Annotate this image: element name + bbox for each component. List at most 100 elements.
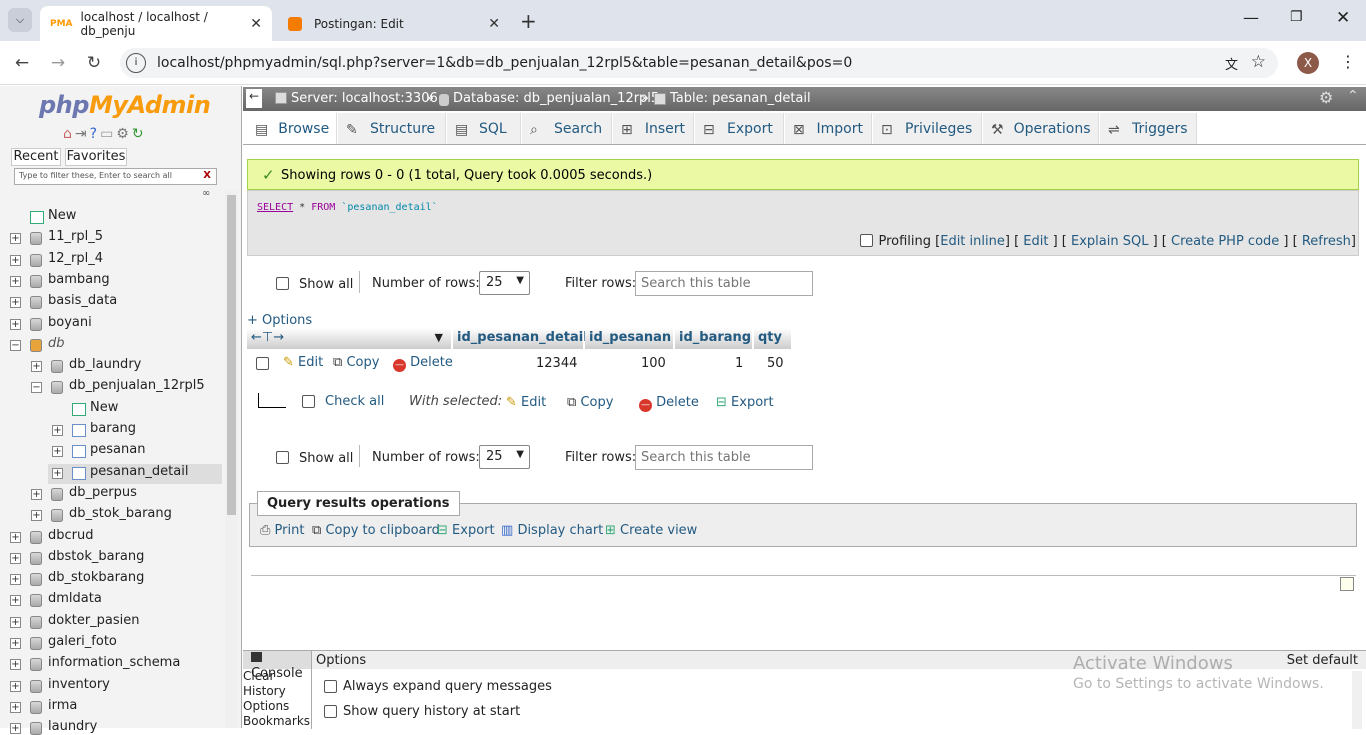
create-view-button[interactable]: ⊞ Create view	[605, 523, 697, 538]
expand-icon[interactable]: +	[10, 659, 21, 671]
copy-to-clipboard-button[interactable]: ⧉ Copy to clipboard	[312, 523, 440, 538]
bookmark-note-icon[interactable]	[1340, 577, 1354, 591]
bulk-edit-button[interactable]: ✎ Edit	[506, 395, 546, 410]
show-history-checkbox[interactable]	[324, 705, 337, 718]
tab-operations[interactable]: ⚒ Operations	[983, 113, 1099, 144]
expand-icon[interactable]: +	[10, 254, 21, 266]
nav-database-item[interactable]: db_stok_barang	[69, 506, 172, 521]
column-header-qty[interactable]: qty	[754, 328, 792, 349]
check-all-label[interactable]: Check all	[325, 394, 384, 409]
close-tab-icon[interactable]: ✕	[250, 16, 262, 32]
nav-table-item[interactable]: barang	[90, 421, 136, 436]
docs-icon[interactable]: ▭	[100, 126, 116, 142]
cell-id-pesanan-detail[interactable]: 12344	[536, 356, 577, 371]
expand-icon[interactable]: +	[10, 552, 21, 564]
print-button[interactable]: ⎙ Print	[260, 523, 304, 538]
nav-database-item[interactable]: dokter_pasien	[48, 613, 140, 628]
collapse-nav-icon[interactable]: ←	[246, 89, 262, 108]
nav-scrollbar[interactable]	[225, 190, 238, 728]
expand-messages-checkbox[interactable]	[324, 680, 337, 693]
export-button[interactable]: ⊟ Export	[437, 523, 495, 538]
expand-icon[interactable]: +	[10, 701, 21, 713]
bookmark-star-icon[interactable]: ☆	[1251, 52, 1266, 72]
phpmyadmin-logo[interactable]: phpMyAdmin	[39, 91, 211, 119]
tab-search[interactable]: ⌕ Search	[522, 113, 612, 144]
explain-sql-link[interactable]: Explain SQL	[1071, 234, 1148, 249]
nav-database-item[interactable]: db_penjualan_12rpl5	[69, 378, 205, 393]
expand-icon[interactable]: +	[52, 467, 63, 479]
tab-privileges[interactable]: ⊡ Privileges	[873, 113, 982, 144]
expand-icon[interactable]: +	[10, 531, 21, 543]
nav-new-database[interactable]: New	[48, 208, 76, 223]
logout-icon[interactable]: ⇥	[75, 126, 90, 142]
collapse-icon[interactable]: ⌃	[1347, 88, 1359, 104]
number-of-rows-select[interactable]: 25 ▼	[479, 271, 530, 295]
tab-browse[interactable]: ▤ Browse	[247, 113, 337, 144]
breadcrumb-server[interactable]: Server: localhost:3306	[291, 91, 438, 106]
expand-icon[interactable]: +	[10, 233, 21, 245]
nav-database-item[interactable]: dmldata	[48, 591, 102, 606]
back-icon[interactable]: ←	[11, 52, 33, 74]
expand-icon[interactable]: +	[52, 446, 63, 458]
column-arrows-icon[interactable]: ←⊤→	[251, 330, 284, 345]
edit-row-button[interactable]: ✎ Edit	[283, 355, 323, 370]
expand-icon[interactable]: +	[10, 680, 21, 692]
recent-tab[interactable]: Recent	[11, 148, 61, 166]
tab-export[interactable]: ⊟ Export	[695, 113, 784, 144]
expand-icon[interactable]: +	[31, 510, 42, 522]
nav-database-item[interactable]: galeri_foto	[48, 634, 117, 649]
tab-sql[interactable]: ▤ SQL	[447, 113, 521, 144]
nav-database-item[interactable]: 11_rpl_5	[48, 229, 103, 244]
collapse-icon[interactable]: −	[31, 382, 42, 394]
bulk-export-button[interactable]: ⊟ Export	[716, 395, 774, 410]
tab-triggers[interactable]: ⇌ Triggers	[1100, 113, 1197, 144]
tab-insert[interactable]: ⊞ Insert	[613, 113, 694, 144]
nav-database-item[interactable]: db_stokbarang	[48, 570, 144, 585]
sort-dropdown-icon[interactable]: ▼	[435, 331, 443, 344]
nav-filter-input[interactable]: Type to filter these, Enter to search al…	[14, 168, 217, 185]
expand-icon[interactable]: +	[52, 425, 63, 436]
console-clear-link[interactable]: Clear	[243, 669, 310, 684]
nav-database-item[interactable]: irma	[48, 698, 77, 713]
home-icon[interactable]: ⌂	[63, 126, 75, 142]
browser-menu-icon[interactable]: ⋮	[1340, 52, 1356, 71]
nav-database-item[interactable]: dbcrud	[48, 528, 94, 543]
expand-icon[interactable]: +	[10, 723, 21, 735]
delete-row-button[interactable]: — Delete	[393, 355, 453, 372]
link-icon[interactable]: ∞	[202, 188, 210, 199]
collapse-icon[interactable]: −	[10, 339, 21, 351]
nav-database-item[interactable]: basis_data	[48, 293, 117, 308]
site-info-icon[interactable]: i	[126, 53, 146, 73]
minimize-icon[interactable]: —	[1243, 8, 1259, 27]
filter-rows-input[interactable]: Search this table	[635, 445, 813, 470]
edit-inline-link[interactable]: Edit inline	[940, 234, 1005, 249]
expand-icon[interactable]: +	[10, 275, 21, 287]
expand-icon[interactable]: +	[31, 488, 42, 500]
console-history-link[interactable]: History	[243, 684, 310, 699]
window-close-icon[interactable]: ✕	[1336, 8, 1350, 28]
close-tab-icon[interactable]: ✕	[488, 16, 500, 32]
settings-gear-icon[interactable]: ⚙	[1319, 88, 1333, 107]
nav-new-table[interactable]: New	[90, 400, 118, 415]
profile-avatar[interactable]: X	[1297, 52, 1319, 74]
column-header-id-pesanan-detail[interactable]: id_pesanan_detail	[453, 328, 588, 349]
profiling-checkbox[interactable]	[860, 234, 874, 247]
breadcrumb-database[interactable]: Database: db_penjualan_12rpl5	[453, 91, 659, 106]
cell-id-pesanan[interactable]: 100	[641, 356, 666, 371]
expand-icon[interactable]: +	[10, 616, 21, 628]
tab-structure[interactable]: ✎ Structure	[338, 113, 446, 144]
breadcrumb-table[interactable]: Table: pesanan_detail	[670, 91, 811, 106]
console-bookmarks-link[interactable]: Bookmarks	[243, 714, 310, 729]
expand-icon[interactable]: +	[10, 297, 21, 309]
show-all-checkbox[interactable]	[276, 451, 289, 464]
column-header-id-barang[interactable]: id_barang	[675, 328, 753, 349]
cell-qty[interactable]: 50	[767, 356, 784, 371]
address-bar[interactable]: i localhost/phpmyadmin/sql.php?server=1&…	[120, 48, 1278, 78]
number-of-rows-select[interactable]: 25 ▼	[479, 445, 530, 469]
help-icon[interactable]: ?	[90, 126, 100, 142]
clear-filter-icon[interactable]: X	[203, 170, 211, 181]
reload-nav-icon[interactable]: ↻	[132, 126, 147, 142]
reload-icon[interactable]: ↻	[83, 52, 105, 74]
nav-database-item[interactable]: 12_rpl_4	[48, 251, 103, 266]
edit-link[interactable]: Edit	[1023, 234, 1048, 249]
